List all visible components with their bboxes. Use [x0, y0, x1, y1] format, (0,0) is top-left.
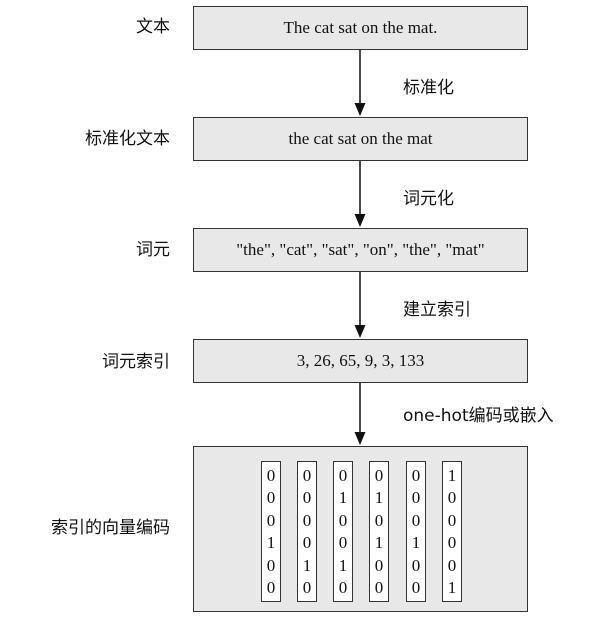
vector-encoding-box: 0 0 0 1 0 0 0 0 0 0 1 0 0 1 0 0 1 0 0 1 …: [193, 446, 528, 612]
vector-cell: 0: [411, 465, 421, 485]
stage-box-text-content: The cat sat on the mat.: [283, 18, 438, 37]
stage-box-text: The cat sat on the mat.: [193, 6, 528, 50]
stage-label-tokens: 词元: [136, 240, 170, 260]
vector-cell: 0: [266, 465, 276, 485]
vector-cell: 0: [266, 510, 276, 530]
vector-cell: 0: [447, 555, 457, 575]
op-label-tokenize: 词元化: [403, 189, 454, 209]
vector-cell: 0: [338, 578, 348, 598]
vector-cell: 1: [374, 488, 384, 508]
op-label-encode: one-hot编码或嵌入: [403, 406, 554, 426]
vector-cell: 1: [374, 533, 384, 553]
vector-cell: 0: [302, 533, 312, 553]
vector-cell: 0: [411, 510, 421, 530]
vector-cell: 1: [447, 578, 457, 598]
arrow-down-icon: [354, 383, 366, 445]
vector-cell: 0: [374, 465, 384, 485]
arrow-down-icon: [354, 161, 366, 227]
vector-cell: 0: [302, 488, 312, 508]
vector-cell: 1: [338, 555, 348, 575]
one-hot-vector: 0 0 0 1 0 0: [406, 461, 426, 602]
vector-cell: 0: [374, 510, 384, 530]
vector-cell: 0: [447, 510, 457, 530]
stage-label-vector-encoding: 索引的向量编码: [51, 518, 170, 538]
vector-cell: 0: [302, 465, 312, 485]
stage-box-normalized-text: the cat sat on the mat: [193, 117, 528, 161]
vector-cell: 0: [411, 578, 421, 598]
vector-cell: 0: [411, 555, 421, 575]
vector-cell: 1: [302, 555, 312, 575]
vector-cell: 0: [338, 465, 348, 485]
one-hot-vector: 0 1 0 1 0 0: [369, 461, 389, 602]
vector-cell: 0: [302, 510, 312, 530]
stage-box-tokens: "the", "cat", "sat", "on", "the", "mat": [193, 228, 528, 272]
stage-label-token-indices: 词元索引: [102, 352, 170, 372]
vector-cell: 0: [266, 555, 276, 575]
vector-cell: 1: [266, 533, 276, 553]
vector-cell: 0: [374, 578, 384, 598]
vector-cell: 0: [447, 488, 457, 508]
op-label-index: 建立索引: [403, 300, 471, 320]
one-hot-vector: 1 0 0 0 0 1: [442, 461, 462, 602]
one-hot-vector: 0 0 0 1 0 0: [261, 461, 281, 602]
arrow-down-icon: [354, 272, 366, 338]
vector-cell: 0: [266, 578, 276, 598]
stage-box-indices-content: 3, 26, 65, 9, 3, 133: [296, 351, 425, 370]
vector-cell: 1: [411, 533, 421, 553]
vector-cell: 1: [338, 488, 348, 508]
op-label-normalize: 标准化: [403, 78, 454, 98]
stage-box-normalized-content: the cat sat on the mat: [288, 129, 433, 148]
vector-cell: 0: [302, 578, 312, 598]
vector-cell: 0: [411, 488, 421, 508]
vector-cell: 0: [266, 488, 276, 508]
arrow-down-icon: [354, 50, 366, 116]
stage-label-normalized-text: 标准化文本: [85, 129, 170, 149]
vector-cell: 1: [447, 465, 457, 485]
stage-box-tokens-content: "the", "cat", "sat", "on", "the", "mat": [236, 240, 485, 259]
stage-box-token-indices: 3, 26, 65, 9, 3, 133: [193, 339, 528, 383]
vector-cell: 0: [374, 555, 384, 575]
vector-cell: 0: [338, 533, 348, 553]
one-hot-vector: 0 1 0 0 1 0: [333, 461, 353, 602]
vector-cell: 0: [447, 533, 457, 553]
stage-label-text: 文本: [136, 17, 170, 37]
vector-cell: 0: [338, 510, 348, 530]
one-hot-vector: 0 0 0 0 1 0: [297, 461, 317, 602]
